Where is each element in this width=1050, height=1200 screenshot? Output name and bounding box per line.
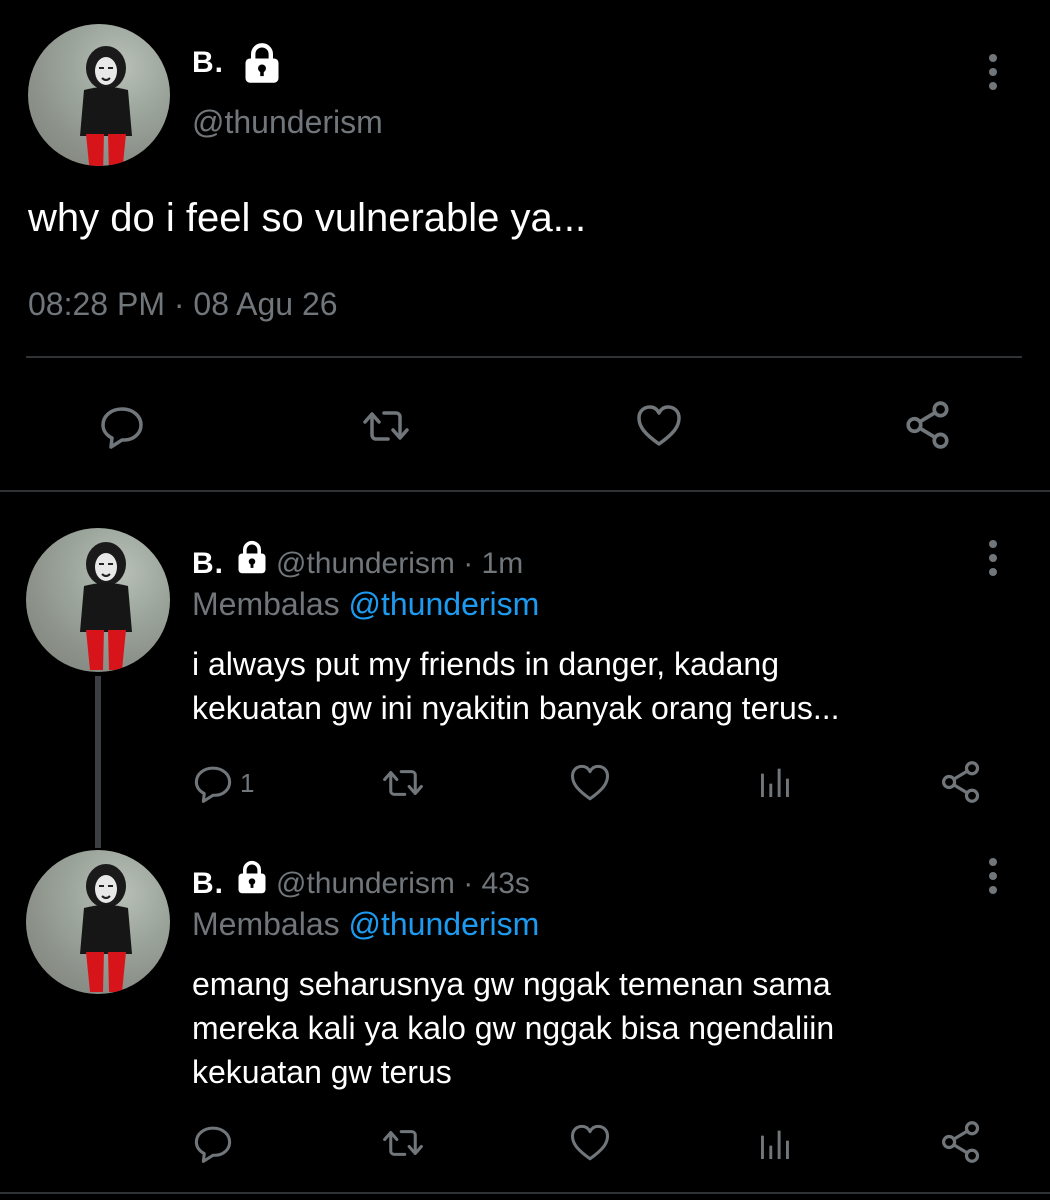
reply-text-line: emang seharusnya gw nggak temenan sama bbox=[192, 966, 831, 1002]
tweet-timestamp[interactable]: 08:28 PM · 08 Agu 26 bbox=[28, 286, 338, 323]
analytics-icon bbox=[756, 1124, 796, 1164]
reply-icon bbox=[98, 402, 146, 450]
reply-text-line: mereka kali ya kalo gw nggak bisa ngenda… bbox=[192, 1010, 835, 1046]
like-button[interactable] bbox=[568, 762, 612, 804]
reply-text-line: kekuatan gw ini nyakitin banyak orang te… bbox=[192, 690, 840, 726]
lock-icon bbox=[240, 42, 284, 86]
avatar-figure bbox=[66, 38, 146, 166]
reply-header: B. @thunderism · 1m bbox=[192, 540, 523, 581]
share-icon bbox=[938, 760, 984, 804]
reply-text: i always put my friends in danger, kadan… bbox=[192, 642, 992, 730]
share-button[interactable] bbox=[902, 400, 954, 450]
tweet-text: why do i feel so vulnerable ya... bbox=[28, 196, 587, 240]
retweet-button[interactable] bbox=[380, 762, 426, 804]
retweet-button[interactable] bbox=[380, 1122, 426, 1164]
retweet-button[interactable] bbox=[360, 402, 412, 450]
handle[interactable]: @thunderism bbox=[192, 104, 383, 141]
relative-time[interactable]: · 1m bbox=[463, 547, 523, 580]
share-icon bbox=[902, 400, 954, 450]
more-icon[interactable] bbox=[988, 858, 998, 900]
avatar[interactable] bbox=[26, 528, 170, 672]
display-name[interactable]: B. bbox=[192, 867, 224, 900]
share-button[interactable] bbox=[938, 760, 984, 804]
avatar[interactable] bbox=[28, 24, 170, 166]
reply-icon bbox=[192, 1122, 234, 1164]
thread-line bbox=[95, 676, 101, 848]
handle[interactable]: @thunderism bbox=[276, 547, 455, 580]
reply-count: 1 bbox=[240, 767, 255, 798]
avatar-figure bbox=[66, 856, 146, 994]
replying-to: Membalas @thunderism bbox=[192, 906, 539, 943]
mention-link[interactable]: @thunderism bbox=[349, 586, 540, 622]
divider bbox=[26, 356, 1022, 358]
more-icon[interactable] bbox=[988, 54, 998, 96]
reply-icon bbox=[192, 762, 234, 804]
retweet-icon bbox=[380, 1122, 426, 1164]
lock-icon bbox=[234, 540, 270, 576]
retweet-icon bbox=[380, 762, 426, 804]
relative-time[interactable]: · 43s bbox=[463, 867, 530, 900]
analytics-icon bbox=[756, 762, 796, 802]
reply-button[interactable]: 1 bbox=[192, 762, 254, 804]
reply-text: emang seharusnya gw nggak temenan sama m… bbox=[192, 962, 992, 1094]
section-divider bbox=[0, 1192, 1050, 1194]
avatar-figure bbox=[66, 534, 146, 672]
like-icon bbox=[634, 402, 684, 450]
section-divider bbox=[0, 490, 1050, 492]
display-name[interactable]: B. bbox=[192, 46, 224, 80]
reply-header: B. @thunderism · 43s bbox=[192, 860, 530, 901]
reply-button[interactable] bbox=[192, 1122, 234, 1164]
replying-label: Membalas bbox=[192, 906, 340, 942]
like-button[interactable] bbox=[568, 1122, 612, 1164]
analytics-button[interactable] bbox=[756, 1124, 796, 1164]
retweet-icon bbox=[360, 402, 412, 450]
like-button[interactable] bbox=[634, 402, 684, 450]
mention-link[interactable]: @thunderism bbox=[349, 906, 540, 942]
handle[interactable]: @thunderism bbox=[276, 867, 455, 900]
reply-button[interactable] bbox=[98, 402, 146, 450]
analytics-button[interactable] bbox=[756, 762, 796, 802]
share-icon bbox=[938, 1120, 984, 1164]
like-icon bbox=[568, 762, 612, 804]
reply-text-line: i always put my friends in danger, kadan… bbox=[192, 646, 779, 682]
lock-icon bbox=[234, 860, 270, 896]
display-name[interactable]: B. bbox=[192, 547, 224, 580]
replying-label: Membalas bbox=[192, 586, 340, 622]
avatar[interactable] bbox=[26, 850, 170, 994]
share-button[interactable] bbox=[938, 1120, 984, 1164]
like-icon bbox=[568, 1122, 612, 1164]
more-icon[interactable] bbox=[988, 540, 998, 582]
replying-to: Membalas @thunderism bbox=[192, 586, 539, 623]
reply-text-line: kekuatan gw terus bbox=[192, 1054, 452, 1090]
